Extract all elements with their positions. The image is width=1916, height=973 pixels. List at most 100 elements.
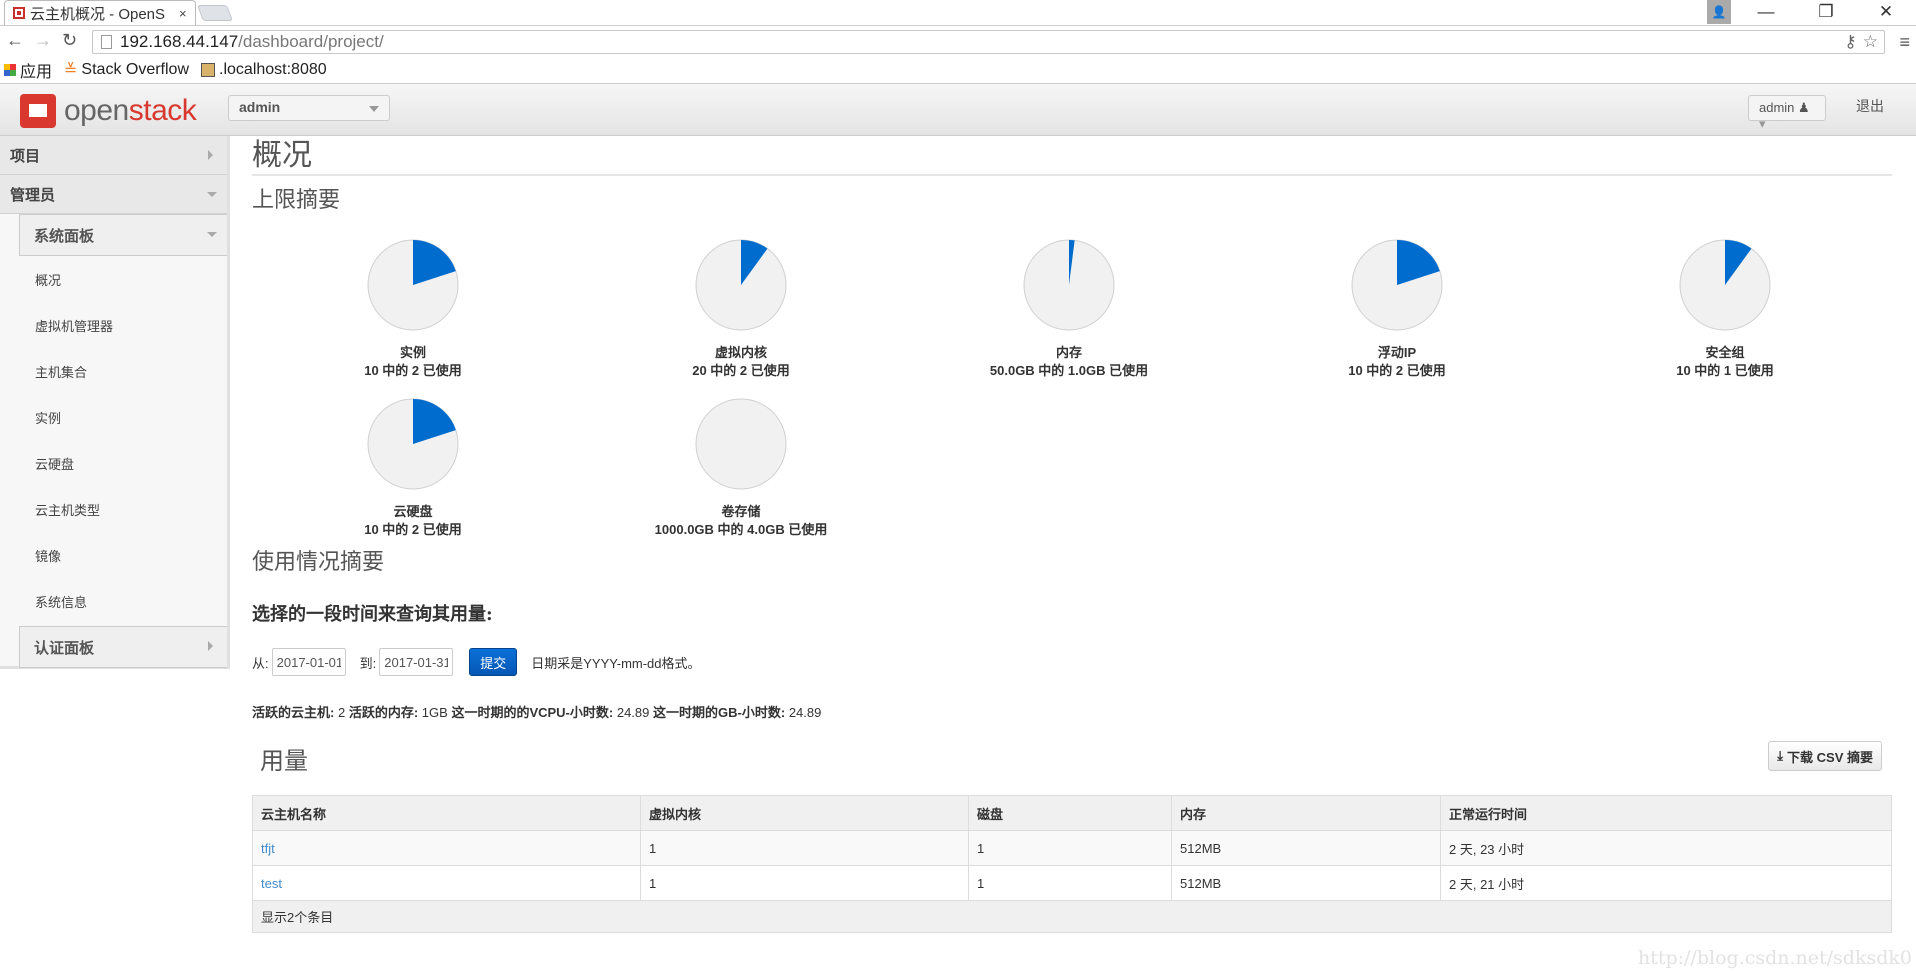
limits-summary-title: 上限摘要 [252, 188, 341, 213]
pie-chart: 安全组 10 中的 1 已使用 [1625, 238, 1825, 380]
pie-label: 内存 50.0GB 中的 1.0GB 已使用 [969, 344, 1169, 380]
minimize-button[interactable]: — [1737, 0, 1795, 24]
chevron-down-icon: ▾ [1759, 116, 1766, 131]
pie-chart: 卷存储 1000.0GB 中的 4.0GB 已使用 [641, 397, 841, 539]
sidebar-dashboard-admin[interactable]: 管理员 [0, 175, 227, 214]
column-header-instance-name[interactable]: 云主机名称 [252, 795, 641, 831]
pie-svg [1679, 239, 1771, 331]
pie-caption: 10 中的 2 已使用 [364, 363, 462, 378]
sidebar-dashboard-project[interactable]: 项目 [0, 136, 227, 175]
table-header-row: 云主机名称 虚拟内核 磁盘 内存 正常运行时间 [252, 795, 1892, 831]
sidebar-item-host-aggregates[interactable]: 主机集合 [0, 348, 227, 394]
instance-link[interactable]: test [261, 876, 282, 891]
instance-link[interactable]: tfjt [261, 841, 275, 856]
pie-label: 实例 10 中的 2 已使用 [313, 344, 513, 380]
bookmark-label: Stack Overflow [81, 61, 190, 78]
forward-icon[interactable]: → [34, 30, 52, 51]
sidebar-item-system-info[interactable]: 系统信息 [0, 578, 227, 624]
date-format-hint: 日期采是YYYY-mm-dd格式。 [531, 655, 701, 671]
project-selector[interactable]: admin [228, 95, 390, 121]
pie-name: 虚拟内核 [714, 345, 767, 360]
profile-icon[interactable]: 👤 [1707, 0, 1731, 24]
pie-svg [695, 239, 787, 331]
menu-icon[interactable]: ≡ [1899, 32, 1910, 53]
stackoverflow-icon: ≚ [64, 62, 78, 79]
openstack-favicon-icon [13, 7, 25, 19]
column-header-disk[interactable]: 磁盘 [968, 795, 1172, 831]
stat-label: 活跃的云主机: [252, 705, 335, 720]
sidebar: 项目 管理员 系统面板 概况 虚拟机管理器 主机集合 实例 云硬盘 云主机类型 … [0, 136, 230, 669]
sidebar-item-volumes[interactable]: 云硬盘 [0, 440, 227, 486]
logo-text-open: open [64, 94, 129, 127]
cell-uptime: 2 天, 23 小时 [1440, 830, 1892, 866]
cell-vcpus: 1 [640, 865, 969, 901]
sidebar-panel-group-identity[interactable]: 认证面板 [19, 626, 227, 668]
usage-stats: 活跃的云主机: 2 活跃的内存: 1GB 这一时期的的VCPU-小时数: 24.… [252, 702, 1892, 721]
pie-caption: 50.0GB 中的 1.0GB 已使用 [989, 363, 1149, 378]
to-date-input[interactable] [379, 648, 454, 676]
submit-button[interactable]: 提交 [469, 648, 518, 676]
pie-name: 实例 [399, 345, 426, 360]
sidebar-item-overview[interactable]: 概况 [0, 256, 227, 302]
pie-chart: 实例 10 中的 2 已使用 [313, 238, 513, 380]
sidebar-item-flavors[interactable]: 云主机类型 [0, 486, 227, 532]
reload-icon[interactable]: ↻ [62, 30, 77, 51]
query-prompt: 选择的一段时间来查询其用量: [252, 604, 493, 625]
star-icon[interactable]: ☆ [1863, 32, 1878, 52]
restore-button[interactable]: ❐ [1797, 0, 1855, 24]
chevron-down-icon [207, 232, 217, 237]
pie-caption: 10 中的 2 已使用 [364, 522, 462, 537]
download-csv-button[interactable]: ⤓ 下载 CSV 摘要 [1768, 741, 1882, 771]
pie-svg [695, 398, 787, 490]
project-selector-label: admin [239, 99, 281, 115]
table-item-count: 显示2个条目 [252, 900, 1892, 933]
cell-vcpus: 1 [640, 830, 969, 866]
download-csv-label: 下载 CSV 摘要 [1787, 749, 1873, 765]
column-header-uptime[interactable]: 正常运行时间 [1440, 795, 1892, 831]
sidebar-item-hypervisors[interactable]: 虚拟机管理器 [0, 302, 227, 348]
key-icon[interactable]: ⚷ [1844, 32, 1856, 52]
sidebar-panel-group-system[interactable]: 系统面板 [19, 214, 227, 256]
user-menu[interactable]: admin ♟ ▾ [1748, 95, 1826, 131]
pie-name: 内存 [1055, 345, 1082, 360]
pie-svg [367, 239, 459, 331]
page-icon [101, 35, 112, 49]
chevron-down-icon [207, 192, 217, 197]
pie-name: 浮动IP [1377, 345, 1417, 360]
bookmark-localhost[interactable]: .localhost:8080 [201, 61, 327, 79]
logo-text-stack: stack [128, 94, 197, 127]
cell-ram: 512MB [1171, 830, 1441, 866]
logout-link[interactable]: 退出 [1856, 96, 1884, 116]
url-path: /dashboard/project/ [238, 32, 384, 51]
panel-group-label: 认证面板 [34, 639, 95, 657]
url-host: 192.168.44.147 [120, 32, 239, 51]
bookmark-apps[interactable]: 应用 [4, 58, 52, 82]
sidebar-item-instances[interactable]: 实例 [0, 394, 227, 440]
column-header-ram[interactable]: 内存 [1171, 795, 1441, 831]
pie-caption: 10 中的 1 已使用 [1676, 363, 1774, 378]
panel-group-label: 系统面板 [34, 227, 95, 245]
pie-svg [1023, 239, 1115, 331]
column-header-vcpus[interactable]: 虚拟内核 [640, 795, 969, 831]
bookmark-label: 应用 [20, 64, 53, 81]
cell-ram: 512MB [1171, 865, 1441, 901]
new-tab-button[interactable] [197, 5, 233, 21]
cell-instance-name: tfjt [252, 830, 641, 866]
address-bar-row: ← → ↻ 192.168.44.147/dashboard/project/ … [0, 25, 1916, 57]
from-date-input[interactable] [271, 648, 346, 676]
date-range-form: 从: 到: 提交 日期采是YYYY-mm-dd格式。 [252, 648, 1892, 676]
usage-title: 用量 [260, 747, 308, 775]
url-input[interactable]: 192.168.44.147/dashboard/project/ ⚷ ☆ [92, 30, 1885, 54]
openstack-logo[interactable]: openstack [20, 94, 197, 128]
close-window-button[interactable]: ✕ [1857, 0, 1915, 24]
sidebar-item-images[interactable]: 镜像 [0, 532, 227, 578]
browser-tab[interactable]: 云主机概况 - OpenS × [4, 0, 196, 25]
pie-caption: 20 中的 2 已使用 [692, 363, 790, 378]
bookmark-stackoverflow[interactable]: ≚ Stack Overflow [64, 60, 189, 80]
apps-grid-icon [4, 64, 16, 76]
tab-close-icon[interactable]: × [179, 6, 195, 21]
pie-name: 云硬盘 [393, 504, 433, 519]
table-row: tfjt 1 1 512MB 2 天, 23 小时 [252, 830, 1892, 866]
download-icon: ⤓ [1777, 748, 1784, 763]
back-icon[interactable]: ← [6, 30, 24, 51]
